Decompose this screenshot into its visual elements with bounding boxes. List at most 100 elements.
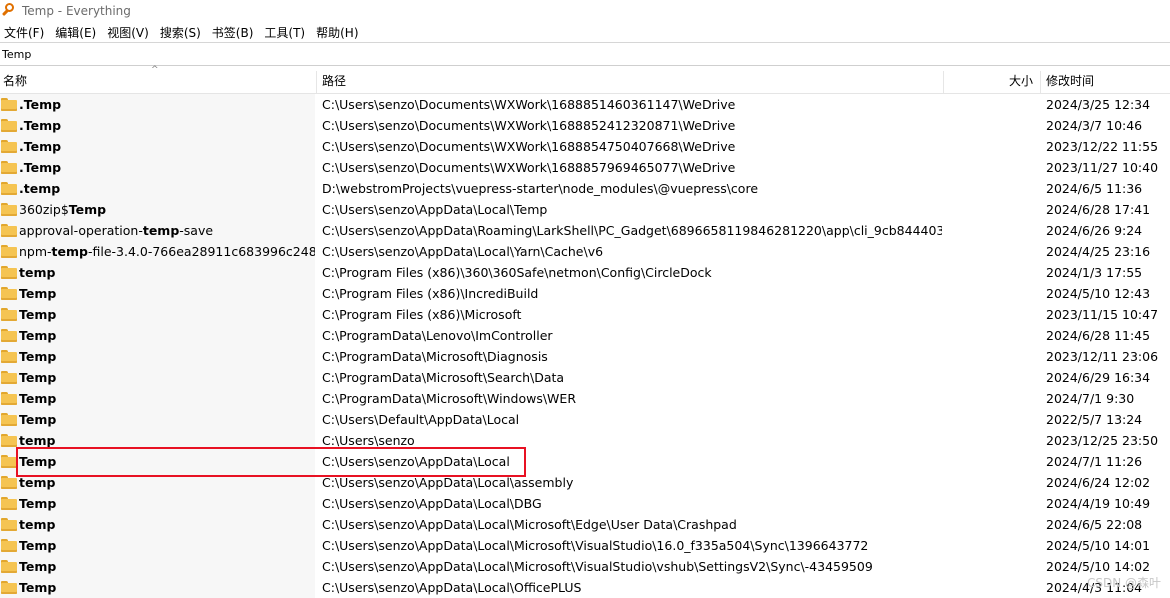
name-segment: .Temp <box>19 97 62 112</box>
name-segment: temp <box>51 244 88 259</box>
file-name: .Temp <box>19 157 315 178</box>
table-row[interactable]: .Temp C:\Users\senzo\Documents\WXWork\168… <box>0 157 1170 178</box>
table-row[interactable]: Temp C:\Program Files (x86)\IncrediBuild 2… <box>0 283 1170 304</box>
file-name: Temp <box>19 493 315 514</box>
file-path: C:\Users\senzo\AppData\Local\assembly <box>322 475 574 490</box>
menu-tools[interactable]: 工具(T) <box>260 24 312 41</box>
file-name: temp <box>19 262 315 283</box>
table-row[interactable]: Temp C:\Program Files (x86)\Microsoft 2023… <box>0 304 1170 325</box>
folder-icon <box>1 560 17 573</box>
name-segment: Temp <box>19 286 57 301</box>
table-row[interactable]: Temp C:\ProgramData\Lenovo\ImController 20… <box>0 325 1170 346</box>
folder-icon <box>1 266 17 279</box>
menu-view[interactable]: 视图(V) <box>103 24 156 41</box>
file-path: C:\Users\senzo\Documents\WXWork\16888514… <box>322 97 736 112</box>
name-segment: Temp <box>19 412 57 427</box>
name-segment: Temp <box>19 370 57 385</box>
file-path: C:\Users\senzo\Documents\WXWork\16888579… <box>322 160 736 175</box>
file-name: .Temp <box>19 136 315 157</box>
column-path[interactable]: 路径 <box>322 69 346 93</box>
name-segment: Temp <box>19 454 57 469</box>
file-path: C:\Users\senzo\Documents\WXWork\16888547… <box>322 139 736 154</box>
table-row[interactable]: 360zip$Temp C:\Users\senzo\AppData\Local\… <box>0 199 1170 220</box>
name-segment: temp <box>19 433 56 448</box>
folder-icon <box>1 539 17 552</box>
table-row[interactable]: temp C:\Users\senzo\AppData\Local\assembl… <box>0 472 1170 493</box>
table-row[interactable]: .temp D:\webstromProjects\vuepress-starte… <box>0 178 1170 199</box>
file-name: Temp <box>19 283 315 304</box>
table-row[interactable]: Temp C:\Users\senzo\AppData\Local\DBG 2024… <box>0 493 1170 514</box>
file-name: Temp <box>19 577 315 598</box>
file-path: C:\Users\senzo\AppData\Local\Microsoft\V… <box>322 538 869 553</box>
table-row[interactable]: Temp C:\ProgramData\Microsoft\Diagnosis 20… <box>0 346 1170 367</box>
file-modified: 2024/6/29 16:34 <box>1046 370 1151 385</box>
menu-help[interactable]: 帮助(H) <box>312 24 365 41</box>
folder-icon <box>1 224 17 237</box>
file-modified: 2023/12/22 11:55 <box>1046 139 1159 154</box>
table-row[interactable]: .Temp C:\Users\senzo\Documents\WXWork\168… <box>0 94 1170 115</box>
file-modified: 2023/12/25 23:50 <box>1046 433 1159 448</box>
table-row[interactable]: temp C:\Users\senzo\AppData\Local\Microso… <box>0 514 1170 535</box>
folder-icon <box>1 350 17 363</box>
folder-icon <box>1 518 17 531</box>
name-segment: Temp <box>19 307 57 322</box>
file-path: C:\Users\senzo\AppData\Local\Temp <box>322 202 548 217</box>
menu-bookmarks[interactable]: 书签(B) <box>208 24 261 41</box>
table-row[interactable]: .Temp C:\Users\senzo\Documents\WXWork\168… <box>0 136 1170 157</box>
search-input[interactable] <box>0 47 1170 61</box>
name-segment: 360zip$ <box>19 202 69 217</box>
name-segment: .Temp <box>19 160 62 175</box>
menu-bar: 文件(F) 编辑(E) 视图(V) 搜索(S) 书签(B) 工具(T) 帮助(H… <box>0 22 1170 42</box>
file-name: Temp <box>19 367 315 388</box>
folder-icon <box>1 203 17 216</box>
file-path: C:\Users\senzo\AppData\Local\Microsoft\V… <box>322 559 873 574</box>
column-size[interactable]: 大小 <box>1009 69 1033 93</box>
table-row[interactable]: Temp C:\Users\senzo\AppData\Local\Microso… <box>0 535 1170 556</box>
name-segment: Temp <box>19 496 57 511</box>
folder-icon <box>1 329 17 342</box>
name-segment: Temp <box>19 580 57 595</box>
file-name: Temp <box>19 451 315 472</box>
table-row[interactable]: temp C:\Program Files (x86)\360\360Safe\n… <box>0 262 1170 283</box>
column-modified[interactable]: 修改时间 <box>1046 69 1094 93</box>
table-row[interactable]: Temp C:\ProgramData\Microsoft\Windows\WER… <box>0 388 1170 409</box>
file-modified: 2024/3/25 12:34 <box>1046 97 1151 112</box>
name-segment: -file-3.4.0-766ea28911c683996c248ef1... <box>87 244 315 259</box>
file-path: C:\Users\Default\AppData\Local <box>322 412 520 427</box>
table-row[interactable]: Temp C:\Users\senzo\AppData\Local 2024/7/1… <box>0 451 1170 472</box>
table-row[interactable]: approval-operation-temp-save C:\Users\sen… <box>0 220 1170 241</box>
column-divider[interactable] <box>943 71 944 93</box>
table-row[interactable]: Temp C:\Users\senzo\AppData\Local\OfficeP… <box>0 577 1170 598</box>
file-name: 360zip$Temp <box>19 199 315 220</box>
column-name[interactable]: 名称 <box>3 69 27 93</box>
file-name: temp <box>19 514 315 535</box>
file-path: C:\Users\senzo\AppData\Local <box>322 454 510 469</box>
file-name: Temp <box>19 409 315 430</box>
file-name: .temp <box>19 178 315 199</box>
menu-edit[interactable]: 编辑(E) <box>51 24 103 41</box>
file-name: .Temp <box>19 94 315 115</box>
file-name: Temp <box>19 304 315 325</box>
name-segment: .temp <box>19 181 61 196</box>
column-divider[interactable] <box>1040 71 1041 93</box>
file-name: temp <box>19 430 315 451</box>
file-name: Temp <box>19 535 315 556</box>
column-divider[interactable] <box>316 71 317 93</box>
table-row[interactable]: npm-temp-file-3.4.0-766ea28911c683996c24… <box>0 241 1170 262</box>
folder-icon <box>1 161 17 174</box>
file-modified: 2024/4/19 10:49 <box>1046 496 1151 511</box>
table-row[interactable]: temp C:\Users\senzo 2023/12/25 23:50 <box>0 430 1170 451</box>
table-row[interactable]: .Temp C:\Users\senzo\Documents\WXWork\168… <box>0 115 1170 136</box>
folder-icon <box>1 413 17 426</box>
table-row[interactable]: Temp C:\Users\Default\AppData\Local 2022/5… <box>0 409 1170 430</box>
name-segment: approval-operation- <box>19 223 143 238</box>
table-row[interactable]: Temp C:\ProgramData\Microsoft\Search\Data… <box>0 367 1170 388</box>
menu-file[interactable]: 文件(F) <box>0 24 51 41</box>
file-path: C:\ProgramData\Microsoft\Diagnosis <box>322 349 548 364</box>
file-modified: 2024/1/3 17:55 <box>1046 265 1143 280</box>
file-path: C:\ProgramData\Microsoft\Windows\WER <box>322 391 576 406</box>
file-modified: 2024/6/24 12:02 <box>1046 475 1151 490</box>
menu-search[interactable]: 搜索(S) <box>156 24 208 41</box>
table-row[interactable]: Temp C:\Users\senzo\AppData\Local\Microso… <box>0 556 1170 577</box>
folder-icon <box>1 581 17 594</box>
